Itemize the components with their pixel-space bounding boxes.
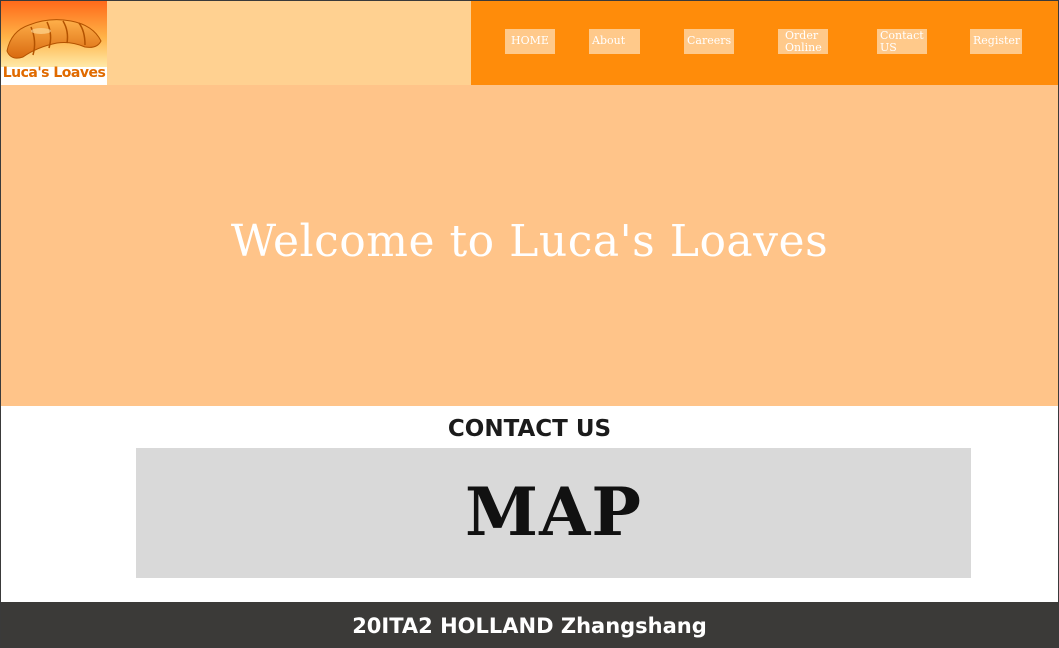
- logo-text: Luca's Loaves: [2, 65, 106, 81]
- footer-text: 20ITA2 HOLLAND Zhangshang: [352, 614, 707, 638]
- nav-about-button[interactable]: About us: [589, 29, 640, 54]
- contact-heading: CONTACT US: [447, 416, 612, 442]
- page-frame: Luca's Loaves HOME About us Careers Orde…: [0, 0, 1059, 648]
- nav-register-button[interactable]: Register: [970, 29, 1022, 54]
- map-placeholder[interactable]: MAP: [136, 448, 971, 578]
- nav-order-online-button[interactable]: Order Online: [778, 29, 828, 54]
- nav-contact-button[interactable]: Contact US: [877, 29, 927, 54]
- hero-title: Welcome to Luca's Loaves: [230, 216, 829, 267]
- nav-home-button[interactable]: HOME: [505, 29, 555, 54]
- site-header: Luca's Loaves HOME About us Careers Orde…: [1, 1, 1058, 85]
- croissant-icon: [1, 1, 107, 67]
- site-footer: 20ITA2 HOLLAND Zhangshang: [1, 602, 1058, 647]
- map-label: MAP: [465, 473, 642, 551]
- nav-careers-button[interactable]: Careers: [684, 29, 734, 54]
- site-logo[interactable]: Luca's Loaves: [1, 1, 107, 85]
- hero-banner: Welcome to Luca's Loaves: [1, 85, 1058, 406]
